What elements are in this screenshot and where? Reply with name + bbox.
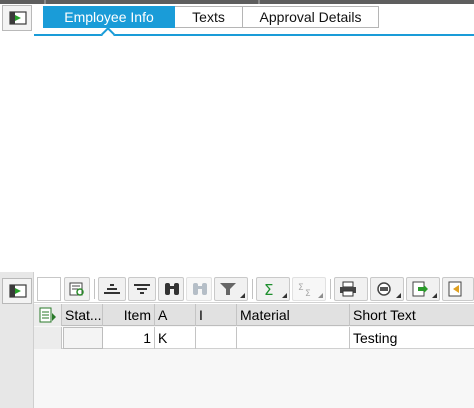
toolbar-blank-field[interactable] [37, 277, 61, 301]
filter-button[interactable] [214, 277, 248, 301]
find-button[interactable] [158, 277, 184, 301]
find-icon [165, 283, 179, 295]
toolbar-separator [330, 279, 331, 299]
select-all-button[interactable] [34, 304, 62, 326]
row-selector[interactable] [34, 327, 62, 349]
subtotal-button[interactable]: Σ Σ [292, 277, 326, 301]
subtotal-icon: Σ Σ [298, 283, 311, 297]
export-icon [412, 281, 428, 297]
cell-a[interactable]: K [155, 327, 196, 349]
cell-short-text[interactable]: Testing [350, 327, 474, 349]
details-button[interactable] [64, 277, 90, 301]
chevron-down-icon [396, 293, 401, 298]
table-row[interactable]: 1 K Testing [34, 327, 474, 349]
find-next-icon [193, 283, 207, 295]
column-header-i[interactable]: I [196, 304, 237, 326]
grid-toolbar: Σ Σ Σ [34, 273, 474, 303]
panel-toggle-icon [9, 284, 27, 298]
chevron-down-icon [240, 293, 245, 298]
column-header-status[interactable]: Stat... [62, 304, 103, 326]
cell-material[interactable] [237, 327, 350, 349]
items-grid: Stat... Item A I Material Short Text 1 K… [34, 304, 474, 408]
column-header-a[interactable]: A [155, 304, 196, 326]
views-button[interactable] [370, 277, 404, 301]
cell-item[interactable]: 1 [103, 327, 155, 349]
toolbar-separator [252, 279, 253, 299]
tab-strip: Employee Info Texts Approval Details [43, 6, 379, 28]
active-tab-indicator [100, 26, 116, 42]
print-button[interactable] [334, 277, 368, 301]
svg-text:Σ: Σ [298, 283, 304, 293]
export-button[interactable] [406, 277, 440, 301]
cell-i[interactable] [196, 327, 237, 349]
sort-descending-button[interactable] [128, 277, 156, 301]
panel-toggle-icon [9, 11, 27, 25]
column-header-material[interactable]: Material [237, 304, 350, 326]
sum-icon: Σ [264, 281, 273, 297]
details-icon [69, 282, 84, 296]
layout-icon [39, 307, 56, 323]
panel-toggle-button[interactable] [2, 5, 32, 31]
sort-ascending-button[interactable] [98, 277, 126, 301]
layout-settings-button[interactable] [442, 277, 474, 301]
find-next-button[interactable] [186, 277, 212, 301]
column-header-item[interactable]: Item [103, 304, 155, 326]
chevron-down-icon [432, 293, 437, 298]
sort-descending-icon [134, 284, 150, 294]
column-header-short-text[interactable]: Short Text [350, 304, 474, 326]
views-icon [377, 282, 391, 296]
chevron-down-icon [282, 293, 287, 298]
svg-text:Σ: Σ [305, 289, 311, 297]
grid-panel-toggle-button[interactable] [2, 278, 32, 304]
strip-divider [258, 0, 260, 4]
tab-employee-info[interactable]: Employee Info [43, 6, 175, 28]
tab-underline [34, 34, 474, 36]
tab-texts[interactable]: Texts [175, 6, 243, 28]
toolbar-separator [94, 279, 95, 299]
top-title-strip [0, 0, 474, 4]
sum-button[interactable]: Σ [256, 277, 290, 301]
settings-icon [448, 281, 462, 297]
filter-icon [220, 283, 236, 295]
sort-ascending-icon [104, 284, 120, 294]
tab-approval-details[interactable]: Approval Details [243, 6, 379, 28]
print-icon [340, 281, 356, 297]
cell-status[interactable] [63, 327, 103, 349]
chevron-down-icon [318, 293, 323, 298]
svg-text:Σ: Σ [264, 281, 273, 297]
grid-header-row: Stat... Item A I Material Short Text [34, 304, 474, 326]
strip-divider [44, 0, 46, 4]
